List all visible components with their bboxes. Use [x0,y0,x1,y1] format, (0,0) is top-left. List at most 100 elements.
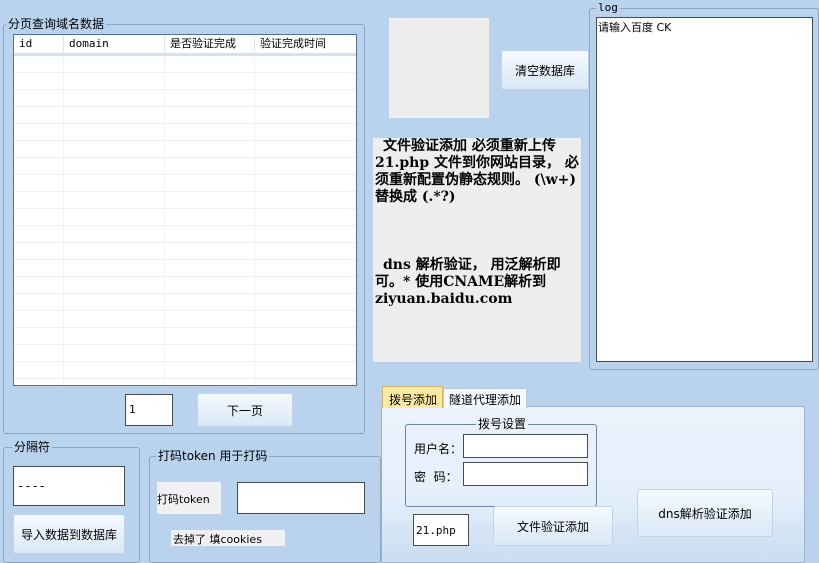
table-cell [14,124,64,140]
column-header-verified[interactable]: 是否验证完成 [165,35,255,53]
table-row[interactable] [14,260,356,277]
instructions-panel: 文件验证添加 必须重新上传 21.php 文件到你网站目录， 必须重新配置伪静态… [373,138,581,362]
table-row[interactable] [14,141,356,158]
table-row[interactable] [14,379,356,385]
token-label: 打码token [157,482,221,514]
table-cell [64,209,165,225]
table-row[interactable] [14,90,356,107]
table-cell [64,124,165,140]
table-cell [64,260,165,276]
dns-verify-instructions: dns 解析验证， 用泛解析即可。* 使用CNAME解析到 ziyuan.bai… [375,257,561,307]
table-cell [64,158,165,174]
dns-verify-add-button[interactable]: dns解析验证添加 [637,489,773,537]
table-cell [14,209,64,225]
table-cell [165,243,255,259]
password-label: 密 码： [414,470,458,484]
table-cell [14,260,64,276]
table-row[interactable] [14,345,356,362]
table-row[interactable] [14,175,356,192]
token-input[interactable] [237,482,365,514]
table-cell [255,192,356,208]
table-row[interactable] [14,243,356,260]
table-cell [14,277,64,293]
table-cell [64,141,165,157]
tab-dial-add[interactable]: 拨号添加 [382,386,443,408]
table-row[interactable] [14,107,356,124]
table-cell [14,158,64,174]
table-cell [64,107,165,123]
table-cell [64,379,165,385]
tab-tunnel-proxy-add[interactable]: 隧道代理添加 [443,388,527,408]
username-label: 用户名： [414,442,463,456]
table-cell [64,362,165,378]
next-page-button[interactable]: 下一页 [197,393,293,427]
query-group-title: 分页查询域名数据 [6,17,107,31]
php-file-input[interactable]: 21.php [413,514,469,546]
grid-header: id domain 是否验证完成 验证完成时间 [14,35,356,56]
table-cell [64,345,165,361]
separator-group-title: 分隔符 [12,440,53,454]
table-cell [165,90,255,106]
token-group-title: 打码token 用于打码 [156,449,270,463]
column-header-domain[interactable]: domain [64,35,165,53]
column-header-verified-time[interactable]: 验证完成时间 [255,35,356,53]
table-cell [255,90,356,106]
username-input[interactable] [463,434,588,458]
table-cell [64,277,165,293]
table-row[interactable] [14,124,356,141]
column-header-id[interactable]: id [14,35,64,53]
table-row[interactable] [14,277,356,294]
table-cell [14,379,64,385]
table-cell [64,192,165,208]
table-cell [255,158,356,174]
table-cell [165,209,255,225]
table-cell [64,90,165,106]
table-cell [165,226,255,242]
table-row[interactable] [14,192,356,209]
table-row[interactable] [14,73,356,90]
domain-data-grid[interactable]: id domain 是否验证完成 验证完成时间 [13,34,357,386]
table-cell [14,90,64,106]
table-row[interactable] [14,226,356,243]
table-cell [14,56,64,72]
table-row[interactable] [14,56,356,73]
table-row[interactable] [14,209,356,226]
table-row[interactable] [14,158,356,175]
password-input[interactable] [463,462,588,486]
table-cell [165,260,255,276]
log-textarea[interactable]: 请输入百度 CK [596,17,813,362]
table-cell [165,277,255,293]
table-cell [64,294,165,310]
table-cell [14,243,64,259]
import-to-database-button[interactable]: 导入数据到数据库 [13,514,125,554]
clear-database-button[interactable]: 清空数据库 [501,50,589,90]
table-cell [255,345,356,361]
image-box [389,18,489,118]
table-row[interactable] [14,362,356,379]
table-cell [165,294,255,310]
table-cell [255,175,356,191]
table-cell [165,158,255,174]
table-row[interactable] [14,328,356,345]
file-verify-add-button[interactable]: 文件验证添加 [493,506,613,546]
separator-input[interactable]: ---- [13,466,125,506]
table-row[interactable] [14,311,356,328]
grid-rows [14,56,356,385]
table-cell [255,294,356,310]
table-cell [255,311,356,327]
table-cell [165,328,255,344]
table-cell [255,277,356,293]
table-cell [165,107,255,123]
table-cell [255,260,356,276]
table-cell [255,362,356,378]
page-number-input[interactable]: 1 [125,394,173,426]
table-cell [64,243,165,259]
table-cell [64,328,165,344]
table-cell [14,362,64,378]
table-cell [64,56,165,72]
table-cell [14,294,64,310]
log-content: 请输入百度 CK [598,21,672,34]
dial-settings-title: 拨号设置 [476,417,529,431]
table-cell [64,311,165,327]
table-row[interactable] [14,294,356,311]
